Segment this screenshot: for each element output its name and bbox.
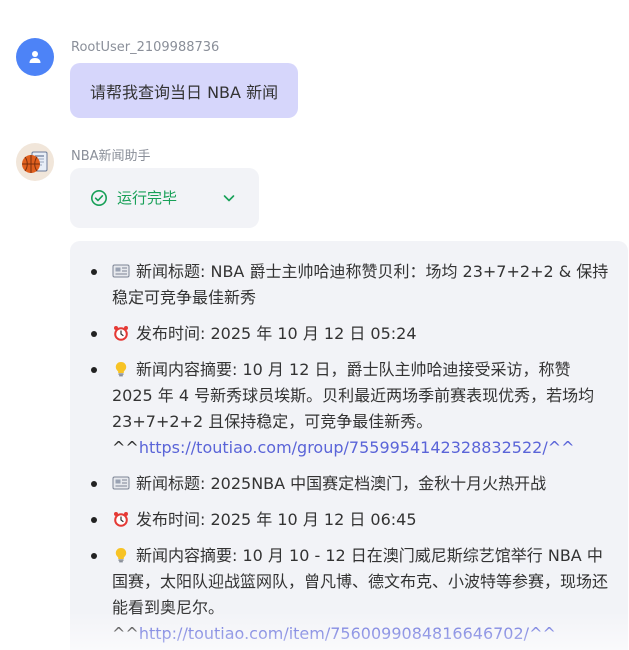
- user-message-bubble: 请帮我查询当日 NBA 新闻: [70, 63, 299, 118]
- bullet-dot: [91, 481, 97, 487]
- bullet-dot: [91, 269, 97, 275]
- run-status-toggle[interactable]: 运行完毕: [70, 168, 259, 228]
- bullet-dot: [91, 367, 97, 373]
- bot-sender-name: NBA新闻助手: [71, 149, 151, 164]
- bullet-dot: [91, 517, 97, 523]
- link-prefix: ^^: [112, 438, 139, 457]
- chevron-down-icon[interactable]: [222, 191, 236, 205]
- news-item-text: 发布时间: 2025 年 10 月 12 日 06:45: [136, 510, 417, 529]
- news-source-link[interactable]: https://toutiao.com/group/75599541423288…: [139, 438, 548, 457]
- news-list-item: 新闻内容摘要: 10 月 12 日，爵士队主帅哈迪接受采访，称赞 2025 年 …: [90, 357, 610, 461]
- chat-page: RootUser_2109988736 请帮我查询当日 NBA 新闻 NBA新闻…: [0, 0, 629, 650]
- light-bulb-icon: [112, 359, 130, 377]
- news-item-text: 新闻标题: NBA 爵士主帅哈迪称赞贝利：场均 23+7+2+2 & 保持稳定可…: [112, 262, 609, 307]
- news-result-panel: 新闻标题: NBA 爵士主帅哈迪称赞贝利：场均 23+7+2+2 & 保持稳定可…: [70, 241, 628, 650]
- news-list-item: 发布时间: 2025 年 10 月 12 日 05:24: [90, 321, 610, 347]
- news-list-item: 新闻标题: 2025NBA 中国赛定档澳门，金秋十月火热开战: [90, 471, 610, 497]
- person-icon: [29, 51, 41, 63]
- link-suffix: ^^: [529, 624, 556, 643]
- news-item-text: 新闻标题: 2025NBA 中国赛定档澳门，金秋十月火热开战: [136, 474, 547, 493]
- user-sender-name: RootUser_2109988736: [71, 40, 220, 55]
- alarm-clock-icon: [112, 323, 130, 341]
- news-item-text: 新闻内容摘要: 10 月 10 - 12 日在澳门威尼斯综艺馆举行 NBA 中国…: [112, 546, 609, 617]
- bot-avatar: [16, 143, 54, 181]
- news-item-text: 新闻内容摘要: 10 月 12 日，爵士队主帅哈迪接受采访，称赞 2025 年 …: [112, 360, 595, 431]
- bullet-dot: [91, 553, 97, 559]
- news-list-item: 新闻内容摘要: 10 月 10 - 12 日在澳门威尼斯综艺馆举行 NBA 中国…: [90, 543, 610, 647]
- run-status-label: 运行完毕: [117, 189, 178, 207]
- check-circle-icon: [91, 190, 107, 206]
- alarm-clock-icon: [112, 509, 130, 527]
- news-list-item: 新闻标题: NBA 爵士主帅哈迪称赞贝利：场均 23+7+2+2 & 保持稳定可…: [90, 259, 610, 311]
- link-prefix: ^^: [112, 624, 139, 643]
- light-bulb-icon: [112, 545, 130, 563]
- news-item-text: 发布时间: 2025 年 10 月 12 日 05:24: [136, 324, 417, 343]
- bullet-dot: [91, 331, 97, 337]
- news-source-link[interactable]: http://toutiao.com/item/7560099084816646…: [139, 624, 529, 643]
- news-list-item: 发布时间: 2025 年 10 月 12 日 06:45: [90, 507, 610, 533]
- news-list: 新闻标题: NBA 爵士主帅哈迪称赞贝利：场均 23+7+2+2 & 保持稳定可…: [90, 259, 610, 650]
- user-avatar: [16, 38, 54, 76]
- basketball-news-icon: [22, 151, 48, 173]
- link-suffix: ^^: [547, 438, 575, 457]
- newspaper-icon: [112, 261, 130, 278]
- newspaper-icon: [112, 473, 130, 490]
